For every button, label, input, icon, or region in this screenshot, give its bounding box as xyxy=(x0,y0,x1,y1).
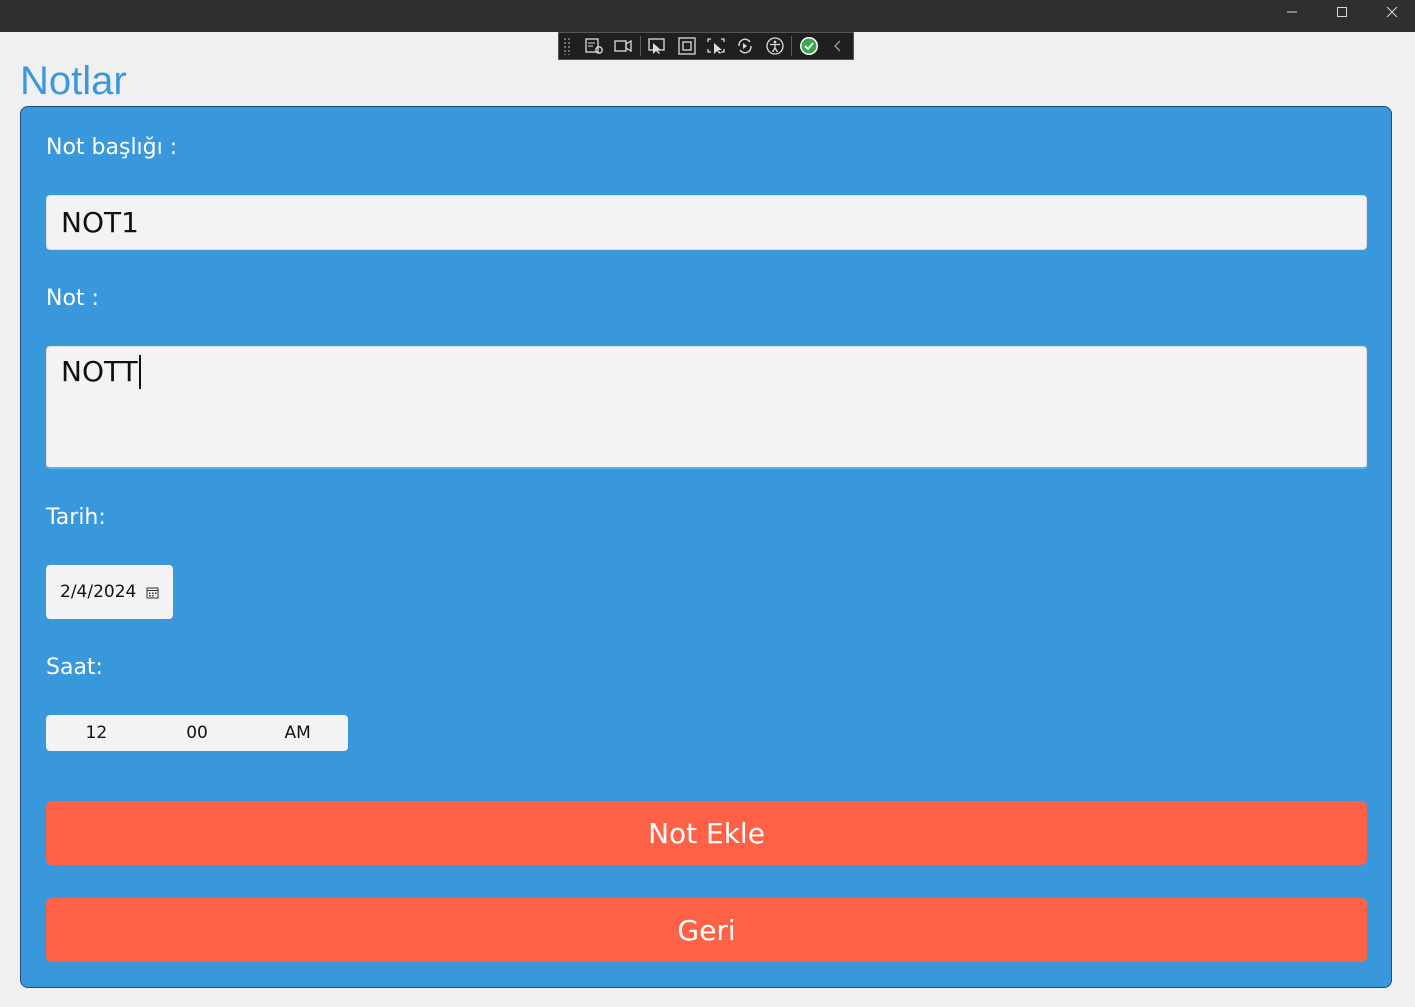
record-icon xyxy=(614,39,632,53)
note-textarea[interactable]: NOTT xyxy=(46,346,1367,469)
note-form-card: Not başlığı : NOT1 Not : NOTT Tarih: 2/4… xyxy=(20,106,1392,988)
select-element-button[interactable] xyxy=(643,33,672,59)
time-minute[interactable]: 00 xyxy=(147,715,248,751)
hot-reload-icon xyxy=(738,38,752,54)
time-label: Saat: xyxy=(46,655,103,680)
note-label: Not : xyxy=(46,286,99,311)
window-title-bar xyxy=(0,0,1415,32)
toolbar-separator xyxy=(791,36,793,56)
record-button[interactable] xyxy=(608,33,637,59)
display-layout-adorners-icon xyxy=(677,37,696,55)
time-hour[interactable]: 12 xyxy=(46,715,147,751)
date-value: 2/4/2024 xyxy=(60,582,137,602)
toolbar-grip[interactable] xyxy=(563,37,571,55)
accessibility-icon xyxy=(765,37,784,55)
note-value: NOTT xyxy=(61,355,138,388)
collapse-toolbar-button[interactable] xyxy=(824,33,853,59)
note-title-value: NOT1 xyxy=(61,206,139,239)
note-title-label: Not başlığı : xyxy=(46,135,178,160)
accessibility-button[interactable] xyxy=(760,33,789,59)
binding-check-icon xyxy=(799,37,818,55)
live-visual-tree-button[interactable] xyxy=(579,33,608,59)
minimize-icon xyxy=(1287,11,1297,13)
note-title-input[interactable]: NOT1 xyxy=(46,195,1367,250)
display-layout-adorners-button[interactable] xyxy=(672,33,701,59)
binding-check-button[interactable] xyxy=(794,33,823,59)
live-visual-tree-icon xyxy=(584,38,603,54)
select-element-icon xyxy=(648,38,665,54)
time-period[interactable]: AM xyxy=(247,715,348,751)
hot-reload-button[interactable] xyxy=(731,33,760,59)
add-note-button[interactable]: Not Ekle xyxy=(46,801,1367,865)
track-focus-icon xyxy=(707,38,725,54)
toolbar-separator xyxy=(639,36,641,56)
date-label: Tarih: xyxy=(46,505,106,530)
back-button[interactable]: Geri xyxy=(46,898,1367,962)
calendar-icon xyxy=(146,586,159,599)
collapse-icon xyxy=(834,40,841,52)
maximize-icon xyxy=(1337,7,1347,17)
maximize-button[interactable] xyxy=(1318,0,1366,24)
track-focus-button[interactable] xyxy=(701,33,730,59)
time-picker[interactable]: 12 00 AM xyxy=(46,715,348,751)
close-icon xyxy=(1386,6,1398,18)
page-title: Notlar xyxy=(20,59,127,103)
debug-toolbar xyxy=(558,32,854,60)
date-picker[interactable]: 2/4/2024 xyxy=(46,565,173,619)
text-caret xyxy=(138,355,141,389)
close-button[interactable] xyxy=(1368,0,1415,24)
minimize-button[interactable] xyxy=(1268,0,1316,24)
